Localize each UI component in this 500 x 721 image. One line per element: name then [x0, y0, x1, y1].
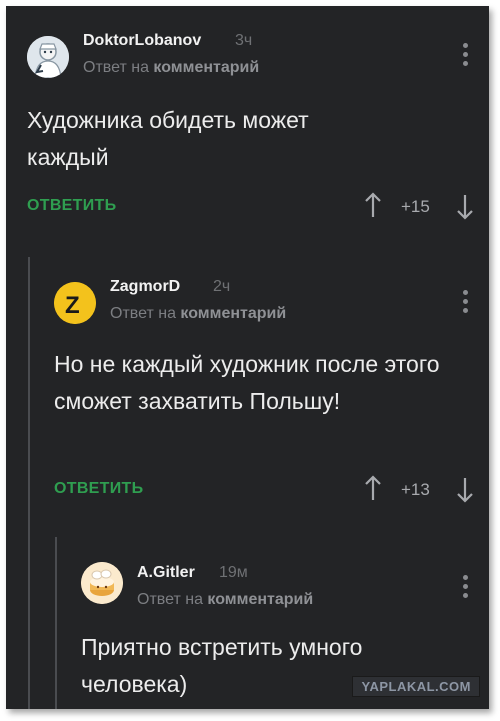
comment-2: Z ZagmorD 2ч Ответ на комментарий Но не …	[6, 246, 489, 526]
more-options-icon[interactable]	[463, 290, 469, 317]
timestamp: 3ч	[235, 32, 253, 49]
avatar[interactable]: Z	[54, 282, 96, 324]
reply-button[interactable]: ОТВЕТИТЬ	[54, 480, 143, 498]
comments-screen: DoktorLobanov 3ч Ответ на комментарий Ху…	[6, 6, 489, 709]
comment-text: Художника обидеть может каждый	[27, 107, 309, 170]
avatar[interactable]	[27, 36, 69, 78]
doctor-avatar-icon	[27, 36, 69, 78]
downvote-arrow-icon[interactable]	[457, 477, 473, 503]
reply-to-link[interactable]: Ответ на комментарий	[83, 59, 259, 77]
score: +13	[401, 480, 430, 499]
more-options-icon[interactable]	[463, 575, 469, 602]
timestamp: 19м	[219, 564, 248, 581]
username[interactable]: ZagmorD	[110, 278, 180, 296]
reply-button[interactable]: ОТВЕТИТЬ	[27, 197, 116, 215]
comment-1: DoktorLobanov 3ч Ответ на комментарий Ху…	[6, 6, 489, 246]
reply-to-target: комментарий	[207, 591, 314, 608]
reply-to-prefix: Ответ на	[83, 59, 149, 76]
z-letter-avatar-icon: Z	[54, 282, 96, 324]
reply-to-link[interactable]: Ответ на комментарий	[110, 305, 286, 323]
watermark: YAPLAKAL.COM	[352, 676, 480, 697]
avatar[interactable]	[81, 562, 123, 604]
reply-to-target: комментарий	[180, 305, 287, 322]
username[interactable]: A.Gitler	[137, 564, 195, 582]
reply-to-link[interactable]: Ответ на комментарий	[137, 591, 313, 609]
username[interactable]: DoktorLobanov	[83, 32, 201, 50]
svg-text:Z: Z	[65, 292, 80, 319]
reply-to-target: комментарий	[153, 59, 260, 76]
reply-to-prefix: Ответ на	[137, 591, 203, 608]
more-options-icon[interactable]	[463, 43, 469, 70]
cake-avatar-icon	[81, 562, 123, 604]
reply-to-prefix: Ответ на	[110, 305, 176, 322]
timestamp: 2ч	[213, 278, 231, 295]
comment-text: Но не каждый художник после этого сможет…	[54, 351, 440, 414]
downvote-arrow-icon[interactable]	[457, 194, 473, 220]
upvote-arrow-icon[interactable]	[365, 475, 381, 501]
upvote-arrow-icon[interactable]	[365, 192, 381, 218]
score: +15	[401, 197, 430, 216]
